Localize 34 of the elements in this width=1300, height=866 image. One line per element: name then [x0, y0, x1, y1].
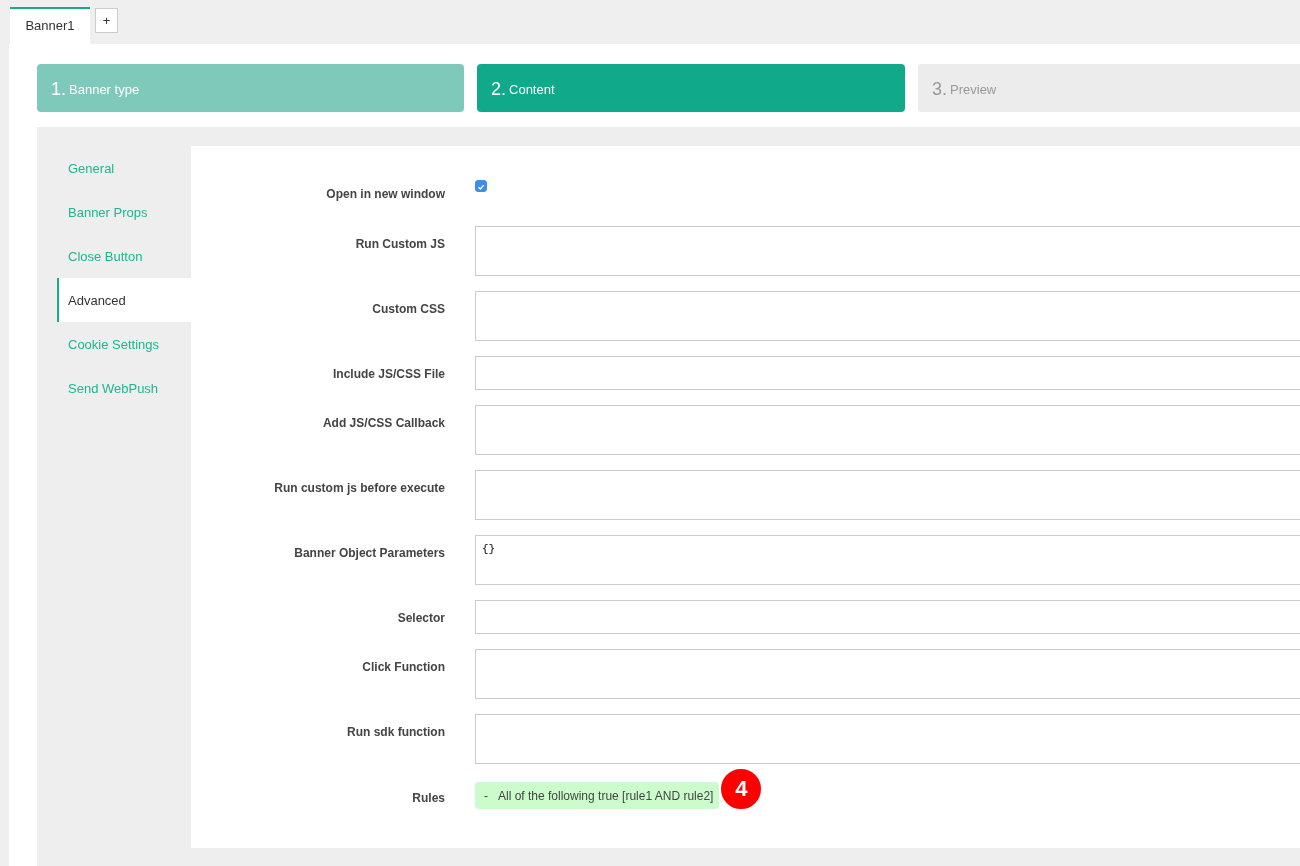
wizard-step[interactable]: 1. Banner type — [37, 64, 464, 112]
sidebar-item[interactable]: Advanced — [57, 278, 191, 322]
code-textarea[interactable] — [475, 291, 1300, 341]
code-textarea[interactable] — [475, 405, 1300, 455]
text-input[interactable] — [475, 600, 1300, 634]
field-label: Open in new window — [325, 186, 445, 201]
rule-summary[interactable]: - All of the following true [rule1 AND rule2] — [475, 781, 720, 809]
field-label: Rules — [411, 790, 445, 805]
sidebar-item[interactable]: Send WebPush — [57, 366, 191, 410]
field-label: Click Function — [361, 659, 445, 674]
wizard-step[interactable]: 3. Preview — [918, 64, 1300, 112]
wizard-step[interactable]: 2. Content — [477, 64, 905, 112]
code-textarea[interactable] — [475, 649, 1300, 699]
field-label: Banner Object Parameters — [293, 545, 445, 560]
code-textarea[interactable]: {} — [475, 535, 1300, 585]
add-tab-button[interactable]: + — [95, 8, 118, 33]
text-input[interactable] — [475, 356, 1300, 390]
checkbox[interactable] — [475, 180, 487, 192]
count-badge: 4 — [719, 767, 764, 811]
field-label: Run custom js before execute — [273, 480, 445, 495]
sidebar-item[interactable]: Close Button — [57, 234, 191, 278]
code-textarea[interactable] — [475, 226, 1300, 276]
field-label: Run Custom JS — [354, 236, 445, 251]
sidebar-item[interactable]: General — [57, 146, 191, 190]
code-textarea[interactable] — [475, 714, 1300, 764]
field-label: Run sdk function — [346, 724, 445, 739]
field-label: Custom CSS — [371, 301, 445, 316]
sidebar-item[interactable]: Banner Props — [57, 190, 191, 234]
sidebar-item[interactable]: Cookie Settings — [57, 322, 191, 366]
field-label: Add JS/CSS Callback — [321, 415, 445, 430]
field-label: Include JS/CSS File — [331, 366, 445, 381]
code-textarea[interactable] — [475, 470, 1300, 520]
field-label: Selector — [396, 610, 445, 625]
banner-tab[interactable]: Banner1 — [10, 7, 90, 44]
